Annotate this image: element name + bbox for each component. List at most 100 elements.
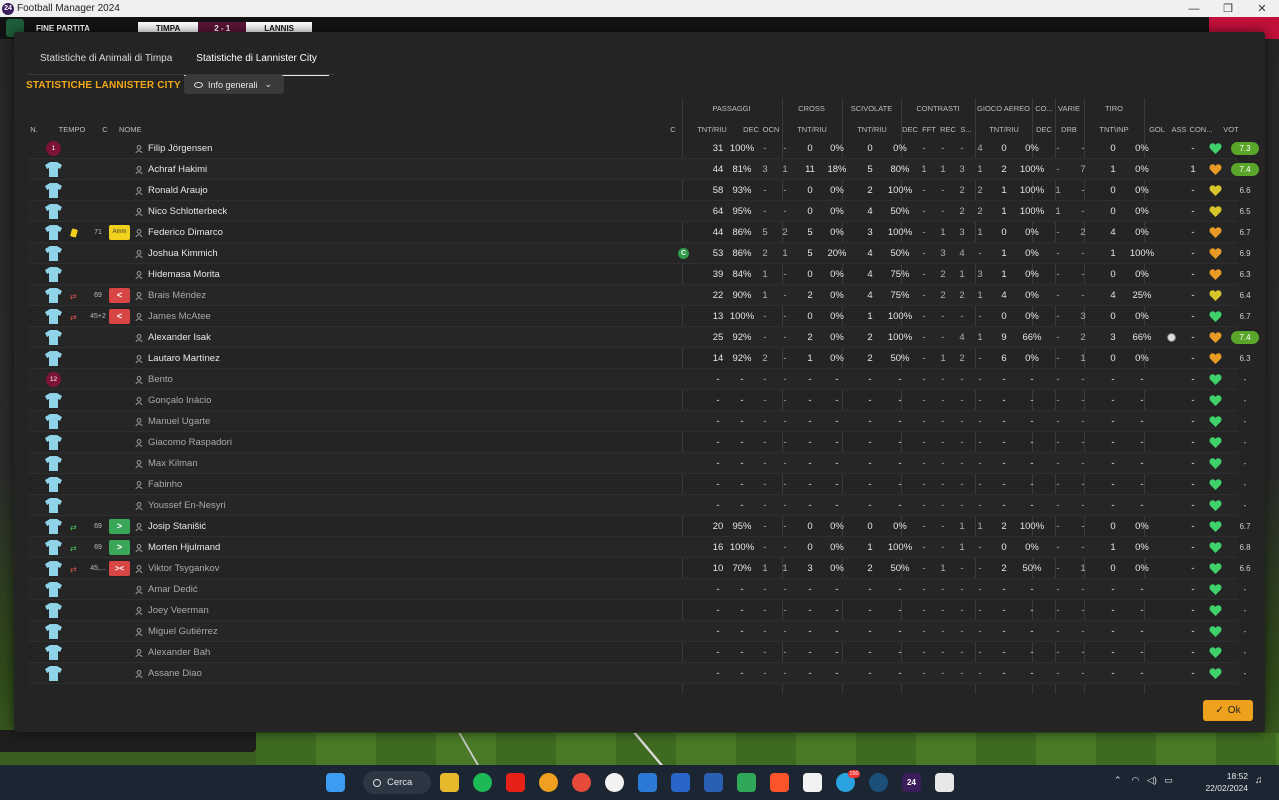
col-header-ass[interactable]: ASS bbox=[1170, 125, 1188, 134]
table-row[interactable]: ⇄ 45,... >< Viktor Tsygankov 10 70% 1 1 3 0% 2 50% -… bbox=[28, 558, 1251, 579]
football-manager-icon[interactable]: 24 bbox=[902, 773, 921, 792]
table-row[interactable]: 1 Filip Jörgensen 31 100% - -0 0% 0 0% - - -4 0 0% - -0… bbox=[28, 138, 1259, 159]
col-header-aereo-tnt[interactable]: TNT/RIU bbox=[984, 125, 1024, 134]
player-name[interactable]: Nico Schlotterbeck bbox=[148, 201, 348, 222]
photos-icon[interactable] bbox=[539, 773, 558, 792]
table-row[interactable]: Lautaro Martínez 14 92% 2 - 1 0% 2 50% - 1 2 - 6 0% - 1 0… bbox=[28, 348, 1251, 369]
table-row[interactable]: Max Kilman - - - - - - - - - - - - - - - - - - - - bbox=[28, 453, 1246, 474]
table-row[interactable]: 12 Bento - - - - - - - - - - - - - - - - - - - - bbox=[28, 369, 1246, 390]
player-name[interactable]: Youssef En-Nesyri bbox=[148, 495, 348, 516]
player-name[interactable]: Joey Veerman bbox=[148, 600, 348, 621]
col-header-con[interactable]: CON... bbox=[1188, 125, 1214, 134]
table-row[interactable]: ⇄ 45+2 < James McAtee 13 100% - -0 0% 1 100% - - - -0 0… bbox=[28, 306, 1251, 327]
table-row[interactable]: Gonçalo Inácio - - - - - - - - - - - - - - - - - - - - bbox=[28, 390, 1246, 411]
col-header-vot[interactable]: VOT bbox=[1217, 125, 1245, 134]
youtube-icon[interactable] bbox=[506, 773, 525, 792]
col-header-dec[interactable]: DEC bbox=[741, 125, 761, 134]
player-name[interactable]: Federico Dimarco bbox=[148, 222, 348, 243]
col-header-s[interactable]: S... bbox=[959, 125, 973, 134]
clock[interactable]: 18:52 22/02/2024 bbox=[1200, 770, 1248, 794]
col-header-pas-tnt[interactable]: TNT/RIU bbox=[692, 125, 732, 134]
notion-icon[interactable] bbox=[803, 773, 822, 792]
table-row[interactable]: Nico Schlotterbeck 64 95% - -0 0% 4 50% - -2 2 1 100… bbox=[28, 201, 1251, 222]
table-row[interactable]: Ronald Araujo 58 93% - -0 0% 2 100% - -2 2 1 100% 1-0… bbox=[28, 180, 1251, 201]
col-header-tempo[interactable]: TEMPO bbox=[57, 125, 87, 134]
col-header-cross-tnt[interactable]: TNT/RIU bbox=[792, 125, 832, 134]
player-name[interactable]: Joshua Kimmich bbox=[148, 243, 348, 264]
notification-bell-icon[interactable]: ♫ bbox=[1255, 775, 1267, 789]
col-header-rec[interactable]: REC bbox=[940, 125, 956, 134]
player-name[interactable]: Morten Hjulmand bbox=[148, 537, 348, 558]
player-name[interactable]: Lautaro Martínez bbox=[148, 348, 348, 369]
player-name[interactable]: Filip Jörgensen bbox=[148, 138, 348, 159]
brave-icon[interactable] bbox=[770, 773, 789, 792]
player-name[interactable]: Max Kilman bbox=[148, 453, 348, 474]
col-header-drb[interactable]: DRB bbox=[1058, 125, 1080, 134]
col-header-ocn[interactable]: OCN bbox=[761, 125, 781, 134]
view-dropdown[interactable]: Info generali ⌄ bbox=[184, 75, 284, 94]
player-name[interactable]: Miguel Gutiérrez bbox=[148, 621, 348, 642]
google-drive-icon[interactable] bbox=[737, 773, 756, 792]
table-row[interactable]: Joshua Kimmich C 53 86% 2 1 5 20% 4 50% - 3 4 - 1 0% - - 1… bbox=[28, 243, 1251, 264]
col-header-tiro-tnt[interactable]: TNT\INP bbox=[1092, 125, 1136, 134]
file-explorer-icon[interactable] bbox=[440, 773, 459, 792]
table-row[interactable]: 71 Amm Federico Dimarco 44 86% 5 2 5 0% 3 100% -1 3 1… bbox=[28, 222, 1251, 243]
col-header-nome[interactable]: NOME bbox=[119, 125, 149, 134]
col-header-fft[interactable]: FFT bbox=[921, 125, 937, 134]
player-name[interactable]: James McAtee bbox=[148, 306, 348, 327]
col-header-c[interactable]: C bbox=[100, 125, 110, 134]
table-row[interactable]: Achraf Hakimi 44 81% 3 1 11 18% 5 80% 1 1 3 1 2 100% -7… bbox=[28, 159, 1259, 180]
windows-start-icon[interactable] bbox=[326, 773, 345, 792]
col-header-con-dec[interactable]: DEC bbox=[902, 125, 918, 134]
col-header-sciv-tnt[interactable]: TNT/RIU bbox=[852, 125, 892, 134]
table-row[interactable]: Giacomo Raspadori - - - - - - - - - - - - - - - - - - - - bbox=[28, 432, 1246, 453]
table-row[interactable]: ⇄ 69 < Brais Méndez 22 90% 1-2 0% 4 75% -2 2 1 4 0% - -4… bbox=[28, 285, 1251, 306]
close-icon[interactable]: ✕ bbox=[1245, 2, 1279, 15]
player-name[interactable]: Gonçalo Inácio bbox=[148, 390, 348, 411]
col-header-gol[interactable]: GOL bbox=[1148, 125, 1166, 134]
player-name[interactable]: Ronald Araujo bbox=[148, 180, 348, 201]
taskbar-search[interactable]: Cerca bbox=[363, 771, 431, 794]
player-name[interactable]: Fabinho bbox=[148, 474, 348, 495]
player-name[interactable]: Alexander Isak bbox=[148, 327, 348, 348]
chrome-icon[interactable] bbox=[572, 773, 591, 792]
table-row[interactable]: ⇄ 69 > Morten Hjulmand 16 100% - -0 0% 1 100% - -1-0… bbox=[28, 537, 1251, 558]
table-row[interactable]: Amar Dedić - - - - - - - - - - - - - - - - - - - - bbox=[28, 579, 1246, 600]
table-row[interactable]: Hidemasa Morita 39 84% 1 - 0 0% 4 75% - 2 1 3 1 0% - - 0 0… bbox=[28, 264, 1251, 285]
steam-icon[interactable] bbox=[869, 773, 888, 792]
player-name[interactable]: Viktor Tsygankov bbox=[148, 558, 348, 579]
col-header-c2[interactable]: C bbox=[668, 125, 678, 134]
col-header-num[interactable]: N. bbox=[28, 125, 40, 134]
tab-lannister-stats[interactable]: Statistiche di Lannister City bbox=[184, 52, 329, 76]
player-name[interactable]: Assane Diao bbox=[148, 663, 348, 684]
player-name[interactable]: Bento bbox=[148, 369, 348, 390]
table-row[interactable]: Joey Veerman - - - - - - - - - - - - - - - - - - - - bbox=[28, 600, 1246, 621]
table-row[interactable]: Manuel Ugarte - - - - - - - - - - - - - - - - - - - - bbox=[28, 411, 1246, 432]
player-name[interactable]: Giacomo Raspadori bbox=[148, 432, 348, 453]
player-name[interactable]: Manuel Ugarte bbox=[148, 411, 348, 432]
calendar-icon[interactable] bbox=[638, 773, 657, 792]
player-name[interactable]: Hidemasa Morita bbox=[148, 264, 348, 285]
system-tray[interactable]: ⌃ ◠ ◁) ▭ bbox=[1114, 775, 1173, 786]
table-row[interactable]: ⇄ 69 > Josip Stanišić 20 95% - -0 0% 0 0% - -1 1 2 100%… bbox=[28, 516, 1251, 537]
table-row[interactable]: Miguel Gutiérrez - - - - - - - - - - - - - - - - - - - - bbox=[28, 621, 1246, 642]
spotify-icon[interactable] bbox=[473, 773, 492, 792]
player-name[interactable]: Brais Méndez bbox=[148, 285, 348, 306]
table-row[interactable]: Alexander Bah - - - - - - - - - - - - - - - - - - - - bbox=[28, 642, 1246, 663]
player-name[interactable]: Amar Dedić bbox=[148, 579, 348, 600]
col-header-co-dec[interactable]: DEC bbox=[1033, 125, 1055, 134]
table-row[interactable]: Alexander Isak 25 92% - -2 0% 2 100% - -4 1 9 66% -2 3… bbox=[28, 327, 1259, 348]
table-row[interactable]: Youssef En-Nesyri - - - - - - - - - - - - - - - - - - - - bbox=[28, 495, 1246, 516]
table-row[interactable]: Assane Diao - - - - - - - - - - - - - - - - - - - - bbox=[28, 663, 1246, 684]
word-icon[interactable] bbox=[704, 773, 723, 792]
app-icon[interactable] bbox=[605, 773, 624, 792]
player-name[interactable]: Alexander Bah bbox=[148, 642, 348, 663]
player-name[interactable]: Josip Stanišić bbox=[148, 516, 348, 537]
player-name[interactable]: Achraf Hakimi bbox=[148, 159, 348, 180]
snipping-tool-icon[interactable] bbox=[935, 773, 954, 792]
minimize-icon[interactable]: — bbox=[1177, 3, 1211, 15]
table-row[interactable]: Fabinho - - - - - - - - - - - - - - - - - - - - bbox=[28, 474, 1246, 495]
restore-icon[interactable]: ❐ bbox=[1211, 2, 1245, 15]
tab-timpa-stats[interactable]: Statistiche di Animali di Timpa bbox=[28, 52, 184, 74]
ok-button[interactable]: ✓ Ok bbox=[1203, 700, 1253, 721]
